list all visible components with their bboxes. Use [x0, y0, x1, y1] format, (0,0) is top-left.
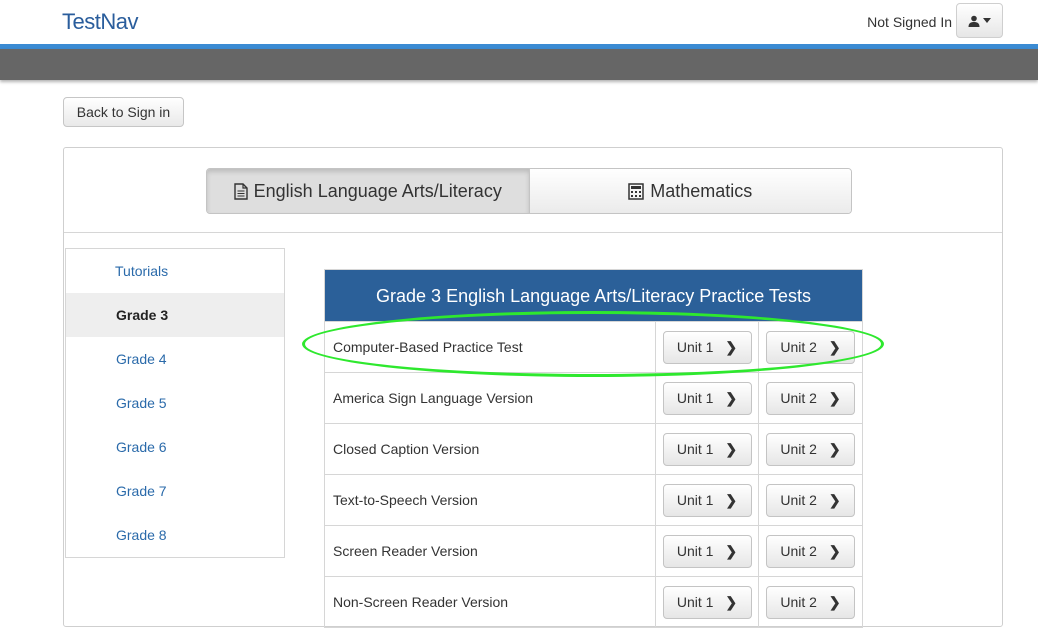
- caret-down-icon: [983, 18, 991, 23]
- chevron-right-icon: ❯: [828, 440, 841, 457]
- chevron-right-icon: ❯: [725, 491, 738, 508]
- signed-status: Not Signed In: [867, 14, 952, 30]
- subject-tabs: English Language Arts/Literacy Mathemati…: [206, 168, 852, 214]
- chevron-right-icon: ❯: [828, 389, 841, 406]
- unit-2-button[interactable]: Unit 2 ❯: [766, 330, 855, 364]
- sidebar-item-grade-5[interactable]: Grade 5: [66, 381, 284, 425]
- test-name: Computer-Based Practice Test: [325, 322, 656, 372]
- test-name: America Sign Language Version: [325, 373, 656, 423]
- brand-logo[interactable]: TestNav: [62, 9, 138, 35]
- table-row: America Sign Language Version Unit 1 ❯ Un…: [325, 372, 862, 423]
- toolbar-bar: [0, 49, 1038, 80]
- sidebar-item-grade-4[interactable]: Grade 4: [66, 337, 284, 381]
- unit-1-button[interactable]: Unit 1 ❯: [662, 381, 752, 415]
- chevron-right-icon: ❯: [828, 338, 841, 355]
- unit-2-button[interactable]: Unit 2 ❯: [766, 585, 855, 619]
- top-navbar: TestNav Not Signed In: [0, 0, 1038, 44]
- subject-header: English Language Arts/Literacy Mathemati…: [64, 148, 1002, 233]
- test-name: Non-Screen Reader Version: [325, 577, 656, 627]
- chevron-right-icon: ❯: [725, 542, 738, 559]
- table-title: Grade 3 English Language Arts/Literacy P…: [325, 270, 862, 321]
- user-icon: [968, 15, 980, 27]
- sidebar-item-grade-8[interactable]: Grade 8: [66, 513, 284, 557]
- unit-1-button[interactable]: Unit 1 ❯: [662, 330, 752, 364]
- unit-1-button[interactable]: Unit 1 ❯: [662, 432, 752, 466]
- chevron-right-icon: ❯: [828, 491, 841, 508]
- test-name: Screen Reader Version: [325, 526, 656, 576]
- chevron-right-icon: ❯: [828, 542, 841, 559]
- unit-2-button[interactable]: Unit 2 ❯: [766, 483, 855, 517]
- tab-mathematics-label: Mathematics: [650, 180, 753, 201]
- tab-english-label: English Language Arts/Literacy: [253, 180, 502, 201]
- unit-2-button[interactable]: Unit 2 ❯: [766, 534, 855, 568]
- grade-sidebar: Tutorials Grade 3 Grade 4 Grade 5 Grade …: [65, 248, 285, 558]
- unit-2-button[interactable]: Unit 2 ❯: [766, 381, 855, 415]
- unit-2-button[interactable]: Unit 2 ❯: [766, 432, 855, 466]
- tab-mathematics[interactable]: Mathematics: [529, 169, 851, 213]
- test-name: Text-to-Speech Version: [325, 475, 656, 525]
- table-row: Text-to-Speech Version Unit 1 ❯ Unit 2 ❯: [325, 474, 862, 525]
- document-icon: [233, 182, 248, 200]
- chevron-right-icon: ❯: [725, 389, 738, 406]
- practice-test-panel: English Language Arts/Literacy Mathemati…: [63, 147, 1003, 628]
- sidebar-item-grade-6[interactable]: Grade 6: [66, 425, 284, 469]
- unit-1-button[interactable]: Unit 1 ❯: [662, 534, 752, 568]
- chevron-right-icon: ❯: [725, 440, 738, 457]
- sidebar-item-grade-7[interactable]: Grade 7: [66, 469, 284, 513]
- table-row: Closed Caption Version Unit 1 ❯ Unit 2 ❯: [325, 423, 862, 474]
- chevron-right-icon: ❯: [725, 338, 738, 355]
- practice-tests-table: Grade 3 English Language Arts/Literacy P…: [324, 269, 863, 628]
- test-name: Closed Caption Version: [325, 424, 656, 474]
- table-row: Screen Reader Version Unit 1 ❯ Unit 2 ❯: [325, 525, 862, 576]
- unit-1-button[interactable]: Unit 1 ❯: [662, 585, 752, 619]
- unit-1-button[interactable]: Unit 1 ❯: [662, 483, 752, 517]
- sidebar-item-tutorials[interactable]: Tutorials: [66, 249, 284, 293]
- calculator-icon: [628, 182, 644, 200]
- back-to-sign-in-button[interactable]: Back to Sign in: [63, 97, 184, 127]
- user-menu-button[interactable]: [956, 3, 1003, 38]
- sidebar-item-grade-3[interactable]: Grade 3: [66, 293, 284, 337]
- chevron-right-icon: ❯: [828, 593, 841, 610]
- chevron-right-icon: ❯: [725, 593, 738, 610]
- table-row: Non-Screen Reader Version Unit 1 ❯ Unit 2…: [325, 576, 862, 627]
- table-row: Computer-Based Practice Test Unit 1 ❯ Uni…: [325, 321, 862, 372]
- tab-english[interactable]: English Language Arts/Literacy: [207, 169, 530, 213]
